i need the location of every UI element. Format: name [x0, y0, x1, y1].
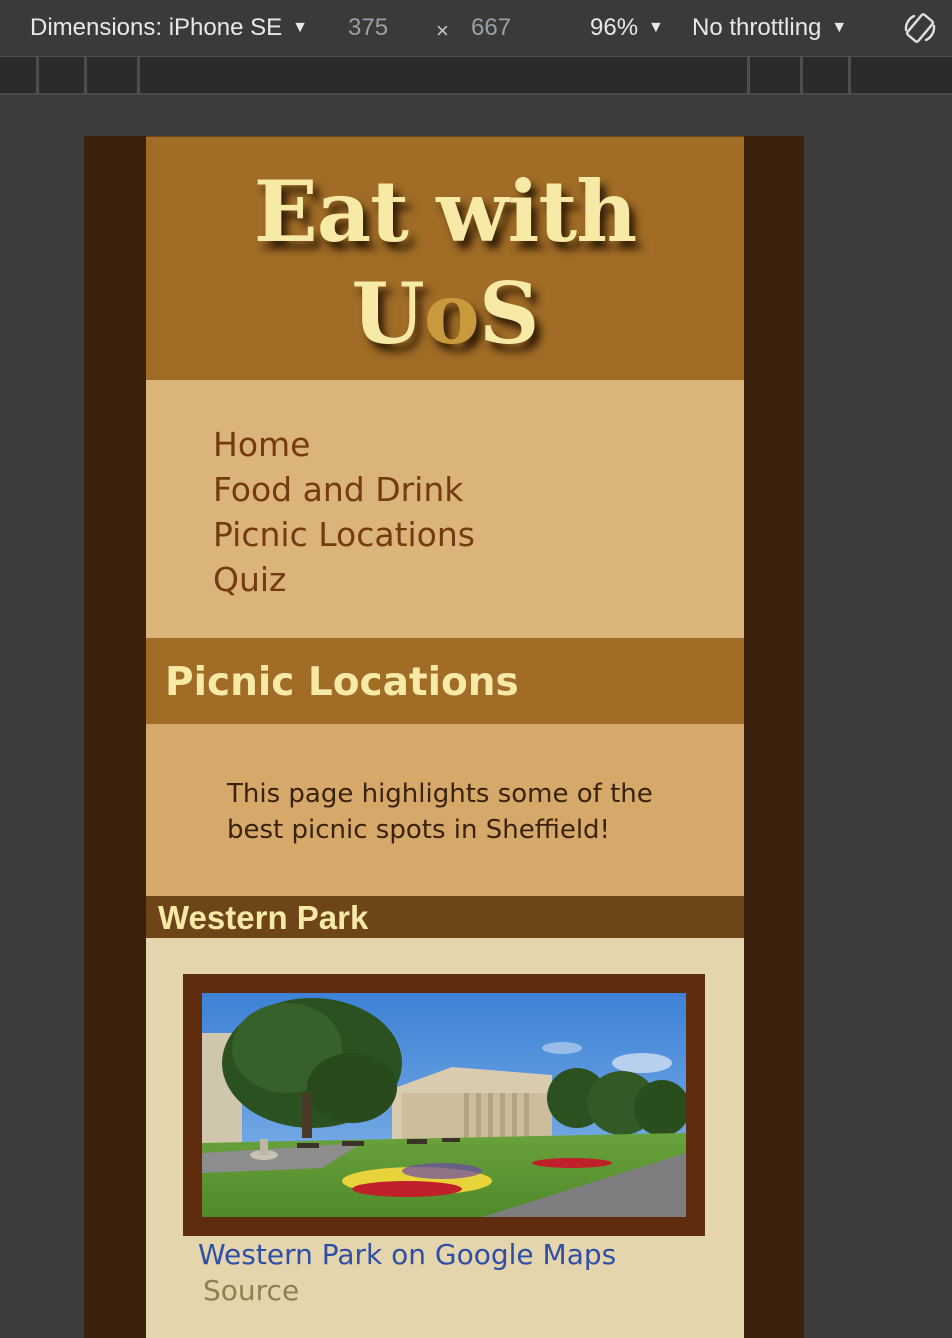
- main-nav: Home Food and Drink Picnic Locations Qui…: [146, 380, 744, 638]
- ruler-tick[interactable]: [84, 57, 87, 93]
- nav-link-home[interactable]: Home: [213, 422, 744, 467]
- zoom-label: 96%: [590, 14, 639, 41]
- chevron-down-icon: ▼: [831, 19, 848, 36]
- height-input[interactable]: 667: [471, 14, 511, 42]
- nav-link-picnic-locations[interactable]: Picnic Locations: [213, 512, 744, 557]
- site-title-u: U: [351, 264, 425, 363]
- times-icon: ×: [436, 18, 449, 43]
- device-viewport: Eat with UoS Home Food and Drink Picnic …: [84, 136, 804, 1338]
- ruler-tick[interactable]: [137, 57, 140, 93]
- site-header: Eat with UoS: [146, 136, 744, 380]
- intro-section: This page highlights some of the best pi…: [146, 724, 744, 896]
- devtools-device-toolbar: Dimensions: iPhone SE ▼ 375 × 667 96% ▼ No…: [0, 0, 952, 57]
- intro-text: This page highlights some of the best pi…: [227, 779, 653, 845]
- ruler-tick[interactable]: [747, 57, 750, 93]
- width-input[interactable]: 375: [348, 14, 388, 42]
- page-title: Picnic Locations: [165, 660, 519, 705]
- ruler-tick[interactable]: [848, 57, 851, 93]
- park-image: [202, 993, 686, 1217]
- section-title: Western Park: [158, 899, 369, 936]
- site-title-line1: Eat with: [253, 162, 638, 261]
- dimensions-dropdown[interactable]: Dimensions: iPhone SE ▼: [30, 14, 308, 42]
- western-park-photo: [202, 993, 686, 1217]
- image-source-link[interactable]: Source: [203, 1274, 299, 1307]
- media-query-ruler: [0, 57, 952, 95]
- ruler-tick[interactable]: [36, 57, 39, 93]
- dimensions-label: Dimensions: iPhone SE: [30, 14, 283, 41]
- nav-link-food-and-drink[interactable]: Food and Drink: [213, 467, 744, 512]
- section-heading-bar: Western Park: [146, 896, 744, 938]
- section-body: Western Park on Google Maps Source: [146, 938, 744, 1338]
- chevron-down-icon: ▼: [648, 19, 664, 36]
- web-page: Eat with UoS Home Food and Drink Picnic …: [146, 136, 744, 1338]
- site-title: Eat with UoS: [146, 137, 744, 365]
- page-heading-bar: Picnic Locations: [146, 638, 744, 724]
- google-maps-link[interactable]: Western Park on Google Maps: [198, 1238, 616, 1271]
- site-title-s: S: [478, 264, 540, 363]
- chevron-down-icon: ▼: [292, 19, 308, 36]
- ruler-tick[interactable]: [800, 57, 803, 93]
- site-title-o: o: [423, 264, 480, 363]
- rotate-icon[interactable]: [902, 10, 938, 46]
- photo-frame: [183, 974, 705, 1236]
- nav-link-quiz[interactable]: Quiz: [213, 557, 744, 602]
- throttling-label: No throttling: [692, 14, 822, 41]
- zoom-dropdown[interactable]: 96% ▼: [590, 14, 664, 42]
- throttling-dropdown[interactable]: No throttling ▼: [692, 14, 847, 42]
